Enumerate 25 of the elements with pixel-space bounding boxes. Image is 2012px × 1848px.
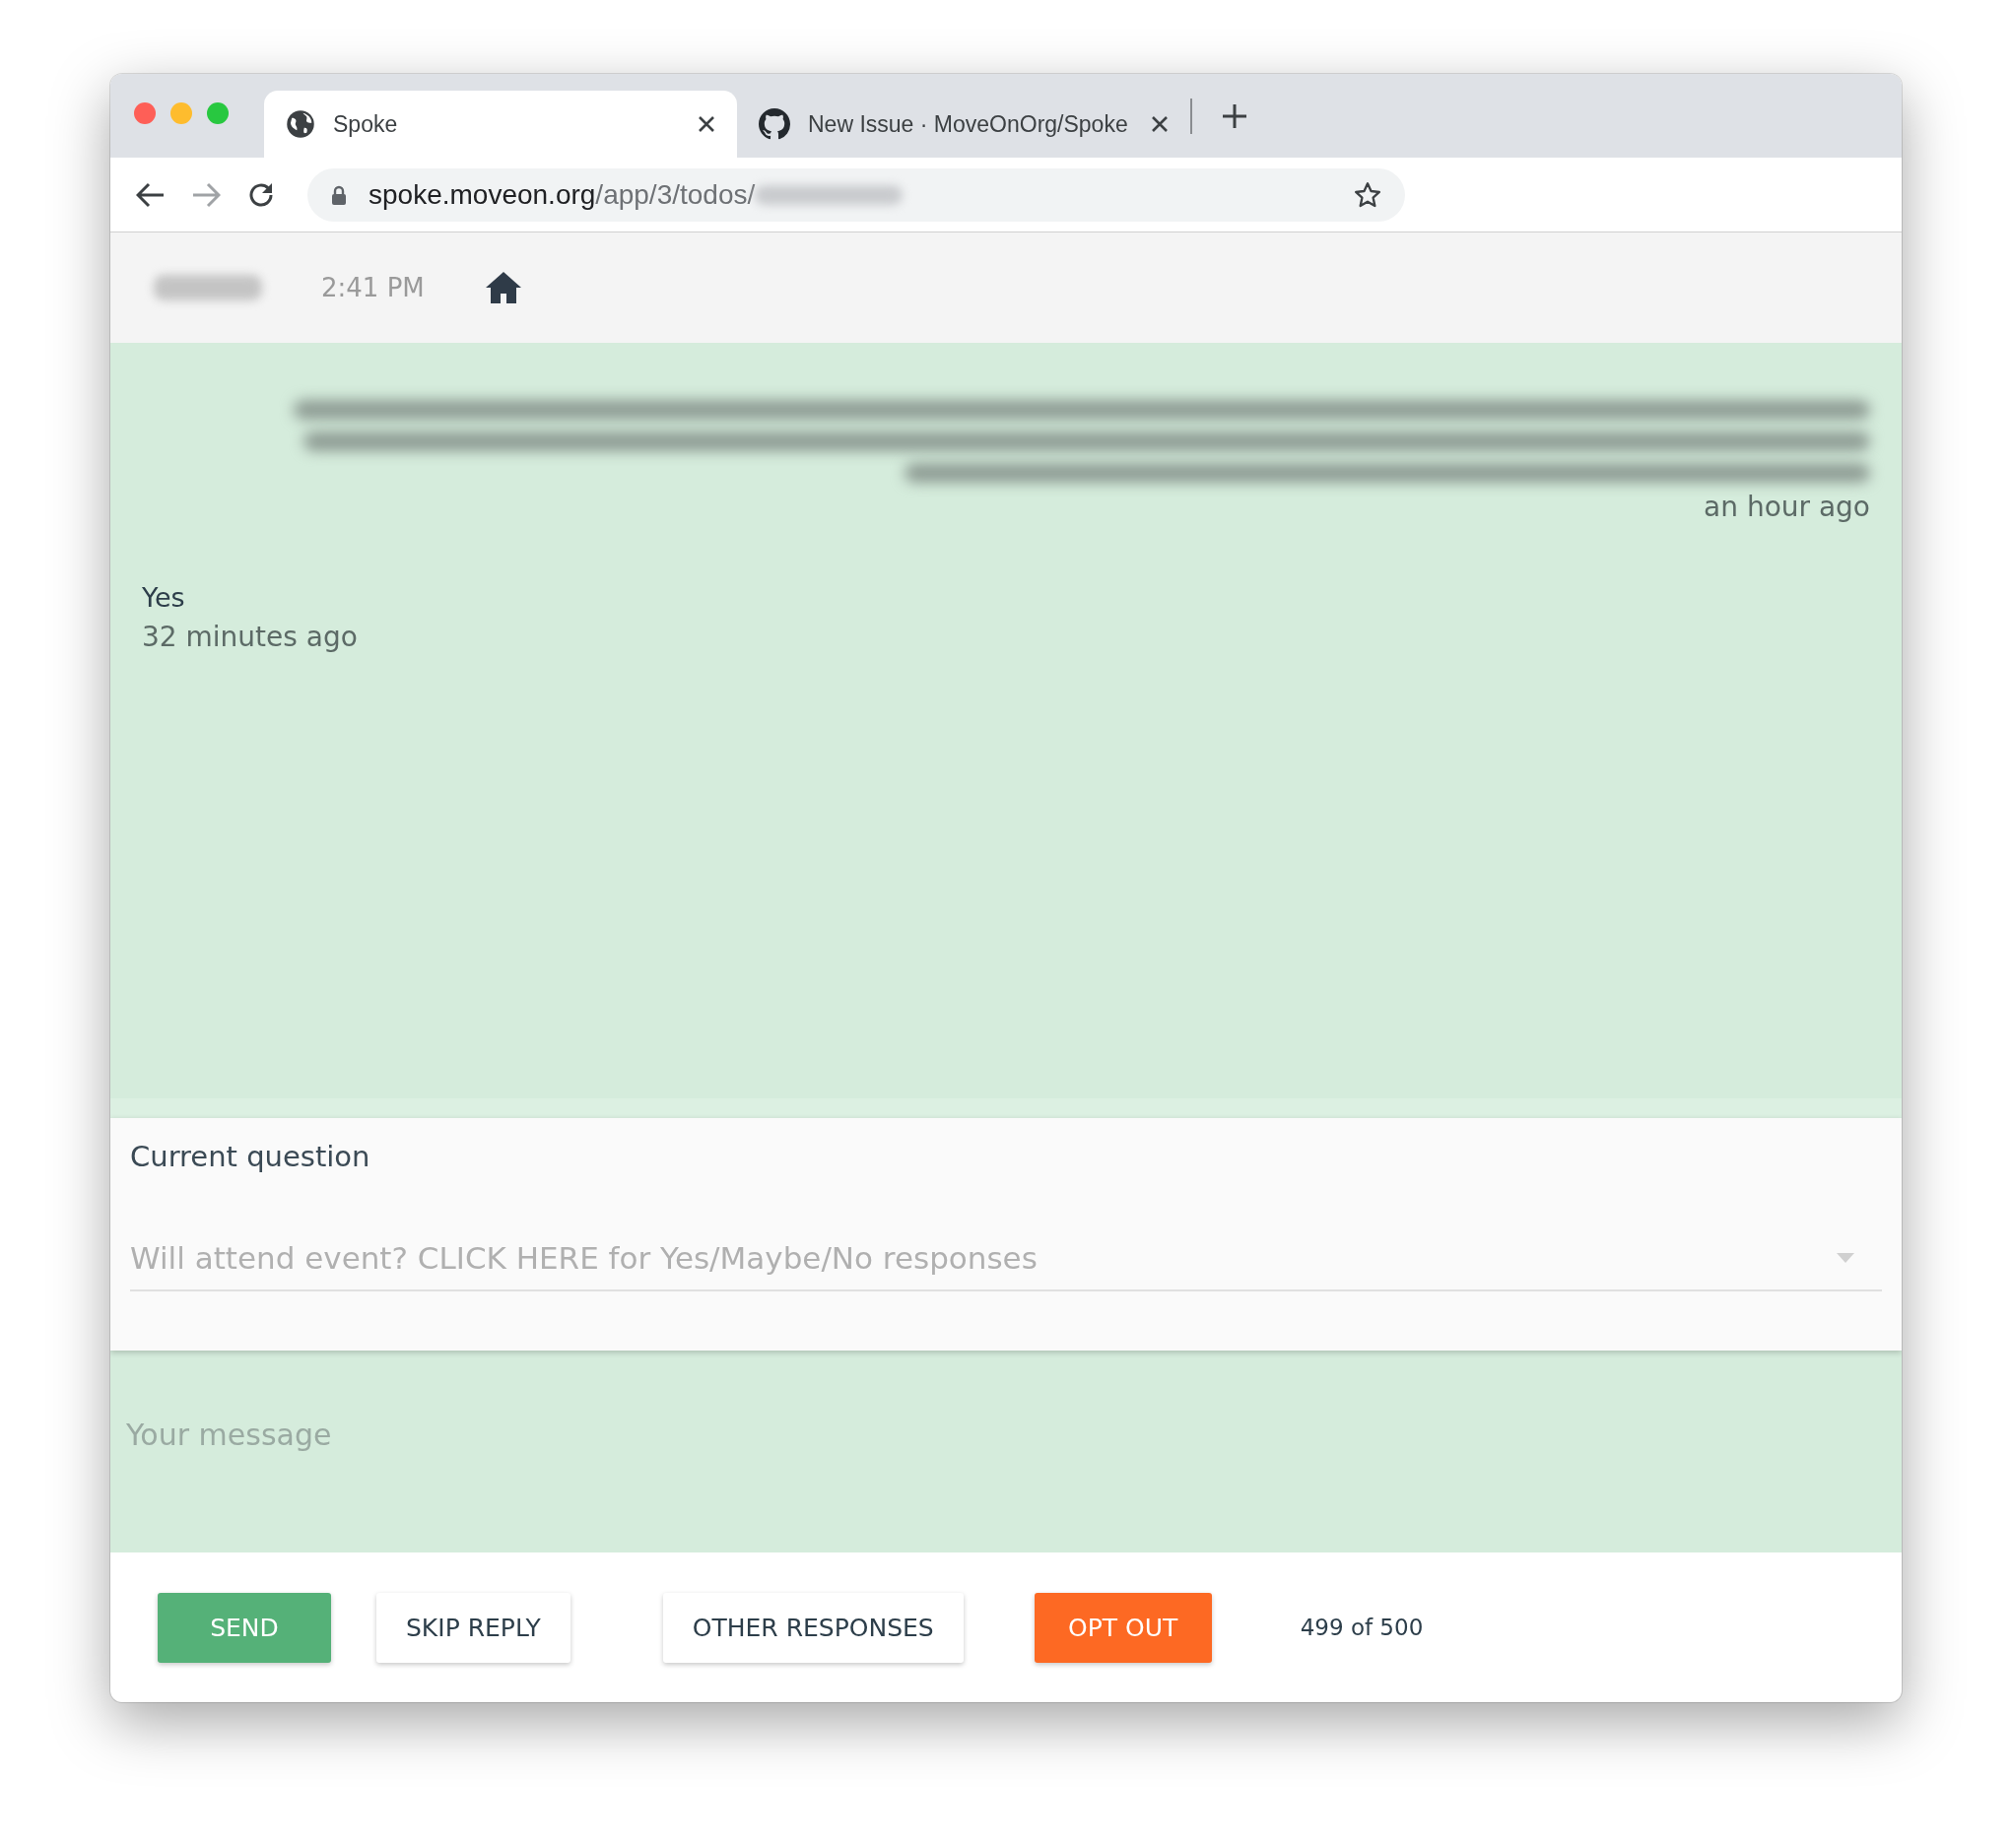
close-icon[interactable] bbox=[698, 115, 715, 133]
message-time: an hour ago bbox=[1704, 491, 1870, 523]
message-time: 32 minutes ago bbox=[142, 621, 358, 653]
browser-tab[interactable]: Spoke bbox=[264, 91, 737, 158]
close-icon[interactable] bbox=[1151, 115, 1169, 133]
message-field[interactable]: Your message bbox=[110, 1351, 1902, 1552]
browser-tab[interactable]: New Issue · MoveOnOrg/Spoke bbox=[737, 91, 1190, 158]
action-button[interactable]: OTHER RESPONSES bbox=[662, 1592, 964, 1663]
message-text: Yes bbox=[142, 582, 185, 613]
caret-icon bbox=[1837, 1253, 1854, 1263]
back-icon[interactable] bbox=[136, 181, 166, 208]
header-time: 2:41 PM bbox=[321, 273, 425, 302]
url-host: spoke.moveon.org bbox=[369, 178, 596, 211]
globe-icon bbox=[286, 109, 315, 139]
tab-title: New Issue · MoveOnOrg/Spoke bbox=[808, 110, 1129, 138]
address-bar[interactable]: spoke.moveon.org/app/3/todos/ bbox=[307, 167, 1405, 222]
contact-counter: 499 of 500 bbox=[1300, 1615, 1424, 1640]
octocat-icon bbox=[759, 108, 790, 140]
tab-title: Spoke bbox=[333, 110, 399, 138]
panel-title: Current question bbox=[130, 1140, 371, 1173]
url-path: /app/3/todos/ bbox=[595, 178, 756, 211]
star-icon[interactable] bbox=[1354, 180, 1381, 209]
action-button[interactable]: SKIP REPLY bbox=[376, 1592, 570, 1663]
new-tab-icon[interactable] bbox=[1222, 102, 1247, 129]
lock-icon bbox=[331, 184, 347, 205]
